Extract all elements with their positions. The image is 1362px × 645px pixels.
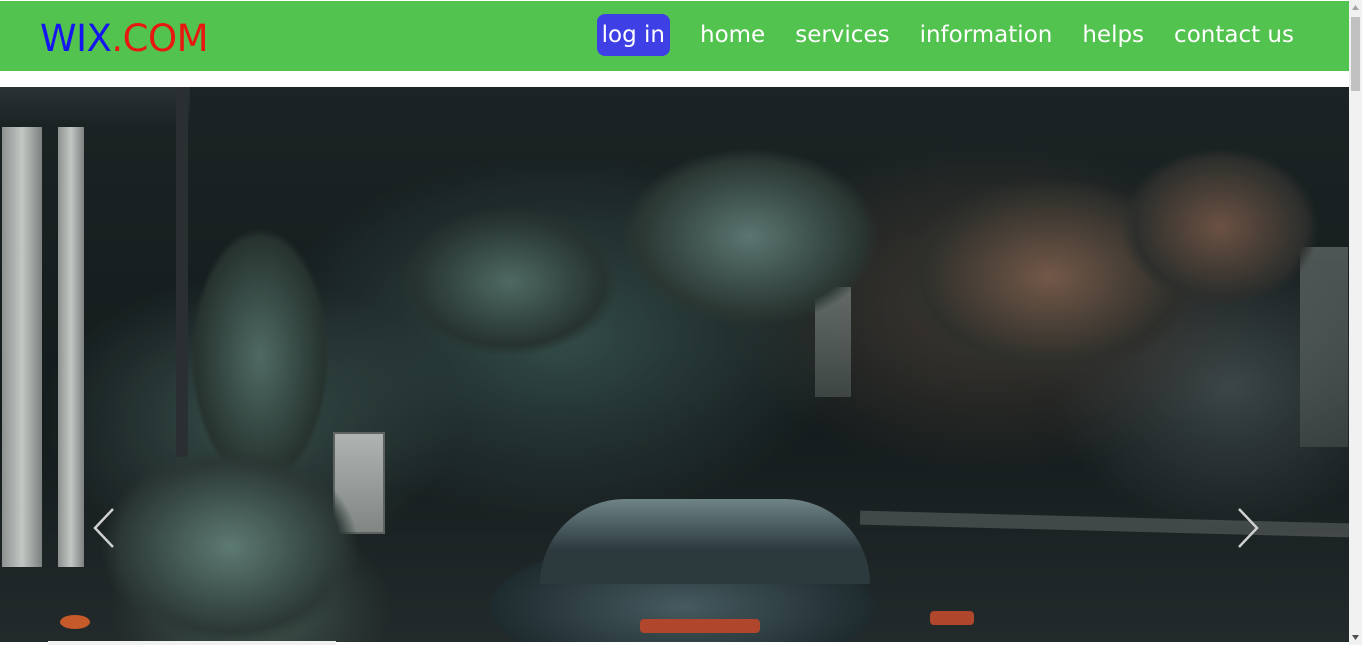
scroll-up-icon[interactable] — [1351, 3, 1360, 13]
brand-logo[interactable]: WIX.COM — [40, 17, 208, 61]
nav-contact-us[interactable]: contact us — [1174, 15, 1294, 55]
page-scrollbar[interactable] — [1349, 0, 1362, 645]
page: WIX.COM log in home services information… — [0, 0, 1362, 645]
brand-part-2: .COM — [111, 17, 208, 60]
scrollbar-thumb[interactable] — [1351, 17, 1360, 91]
hero-image — [0, 87, 1349, 642]
brand-part-1: WIX — [40, 17, 112, 60]
nav-home[interactable]: home — [700, 15, 765, 55]
scroll-down-icon[interactable] — [1351, 632, 1360, 642]
nav-links: log in home services information helps c… — [596, 14, 1294, 56]
navbar: WIX.COM log in home services information… — [0, 1, 1349, 71]
carousel-prev-button[interactable] — [86, 505, 122, 551]
nav-services[interactable]: services — [795, 15, 889, 55]
chevron-right-icon — [1238, 508, 1259, 548]
hero-carousel — [0, 87, 1349, 642]
carousel-indicator[interactable] — [48, 641, 336, 645]
nav-information[interactable]: information — [920, 15, 1053, 55]
login-button[interactable]: log in — [596, 14, 670, 56]
chevron-left-icon — [93, 508, 114, 548]
nav-helps[interactable]: helps — [1082, 15, 1144, 55]
carousel-next-button[interactable] — [1230, 505, 1266, 551]
